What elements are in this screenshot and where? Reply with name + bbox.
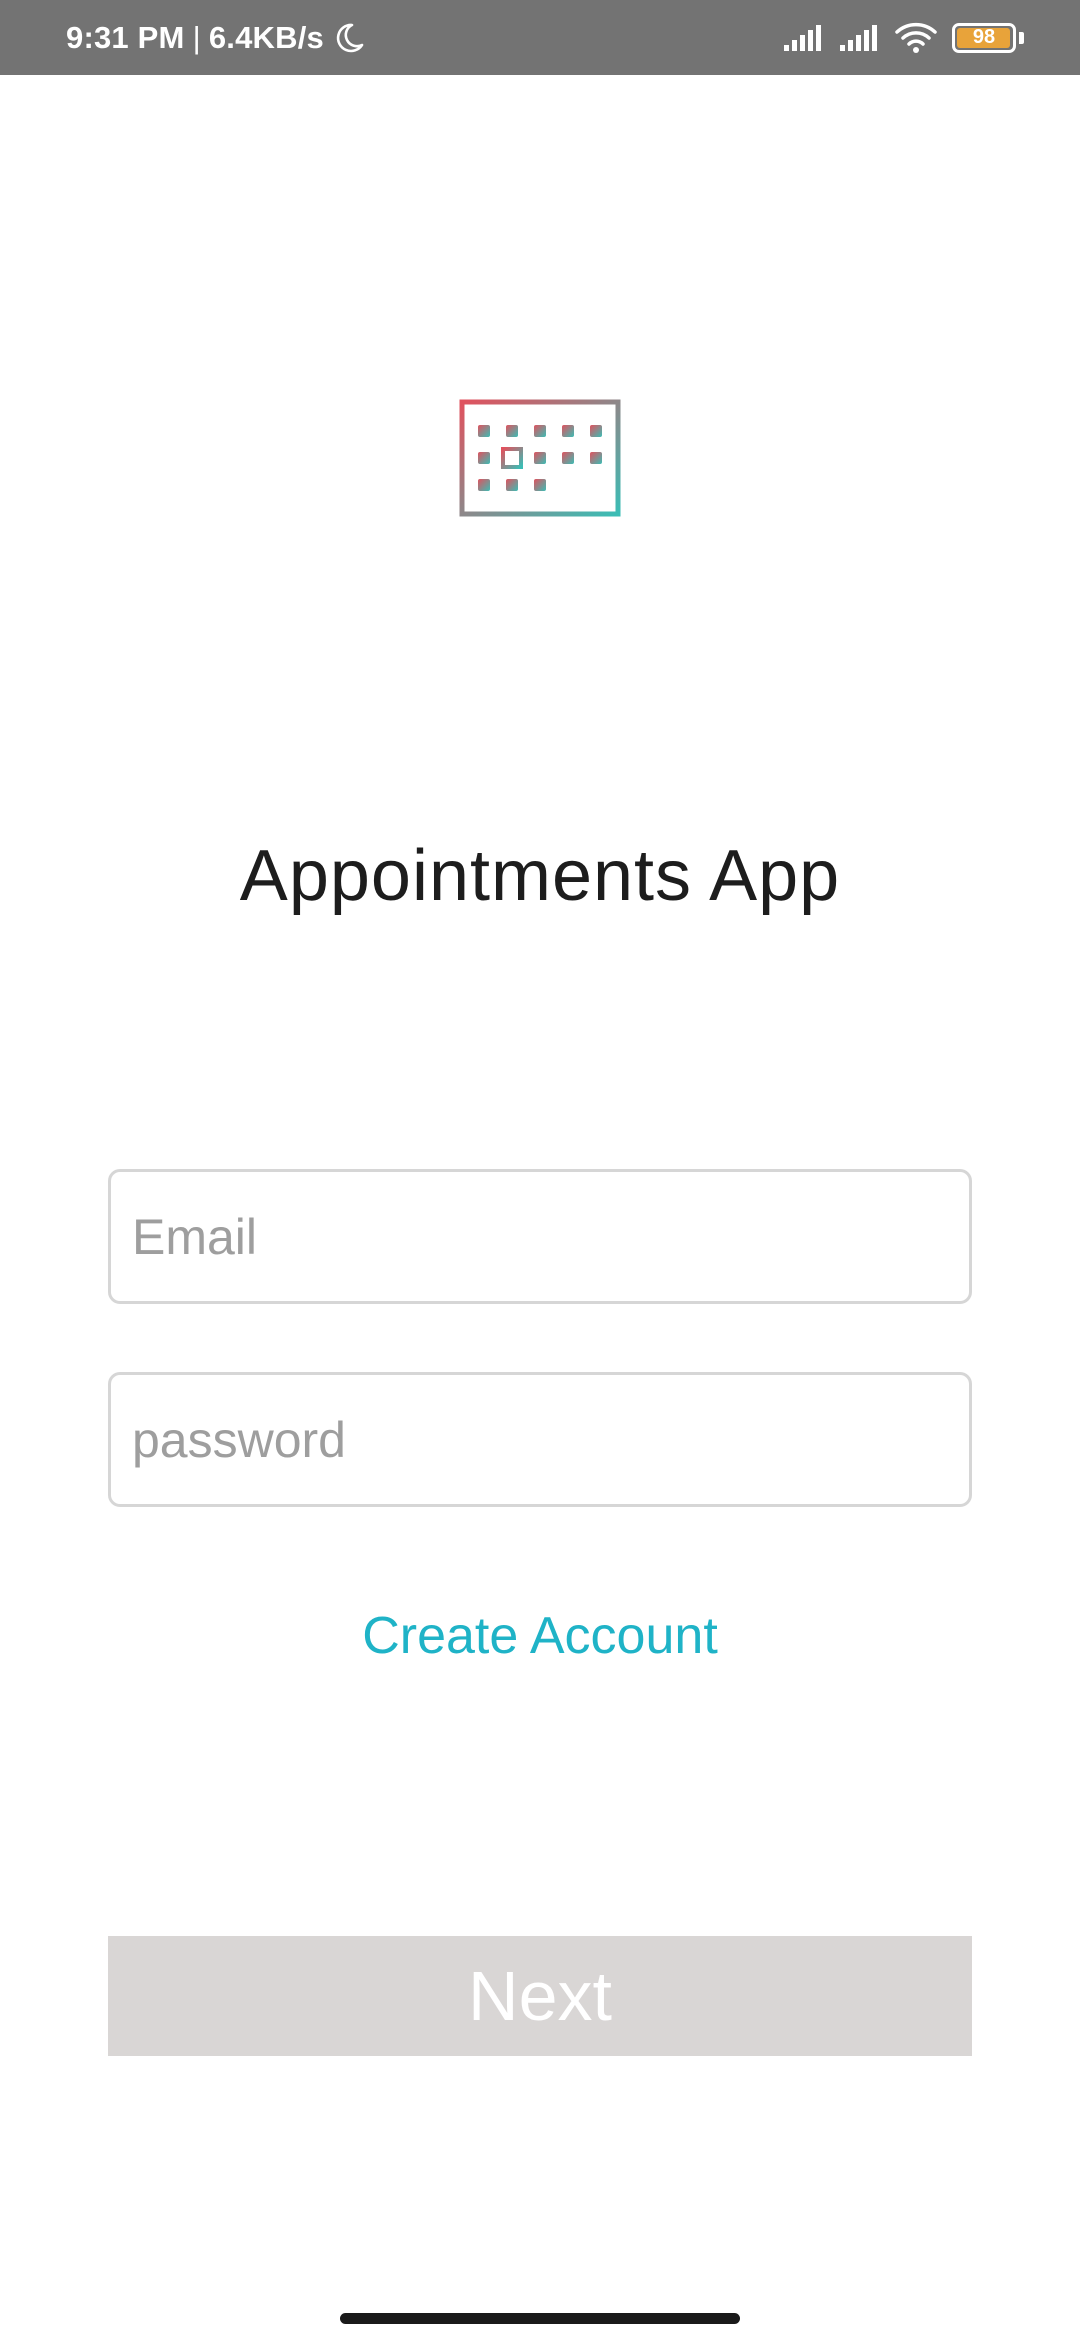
- status-bar-right: 98: [782, 0, 1024, 75]
- status-bar: 9:31 PM | 6.4KB/s 98: [0, 0, 1080, 75]
- battery-icon: 98: [952, 22, 1016, 53]
- password-field[interactable]: [108, 1372, 972, 1507]
- moon-icon: [336, 23, 364, 52]
- home-indicator[interactable]: [340, 2313, 740, 2324]
- status-bar-left: 9:31 PM | 6.4KB/s: [66, 0, 366, 75]
- create-account-link[interactable]: Create Account: [0, 1606, 1080, 1666]
- next-button[interactable]: Next: [108, 1936, 972, 2056]
- calendar-icon: [459, 392, 621, 517]
- signal-icon: [784, 24, 821, 51]
- battery-level: 98: [972, 26, 996, 48]
- battery-nub: [1019, 31, 1024, 44]
- status-separator: |: [192, 19, 201, 55]
- app-title: Appointments App: [239, 836, 841, 916]
- network-speed: 6.4KB/s: [208, 19, 324, 55]
- email-field[interactable]: [108, 1169, 972, 1304]
- signal-icon: [840, 24, 877, 51]
- login-screen: 9:31 PM | 6.4KB/s 98 Appointments App Em…: [0, 0, 1080, 2340]
- status-time: 9:31 PM: [66, 19, 185, 55]
- wifi-icon: [895, 22, 937, 53]
